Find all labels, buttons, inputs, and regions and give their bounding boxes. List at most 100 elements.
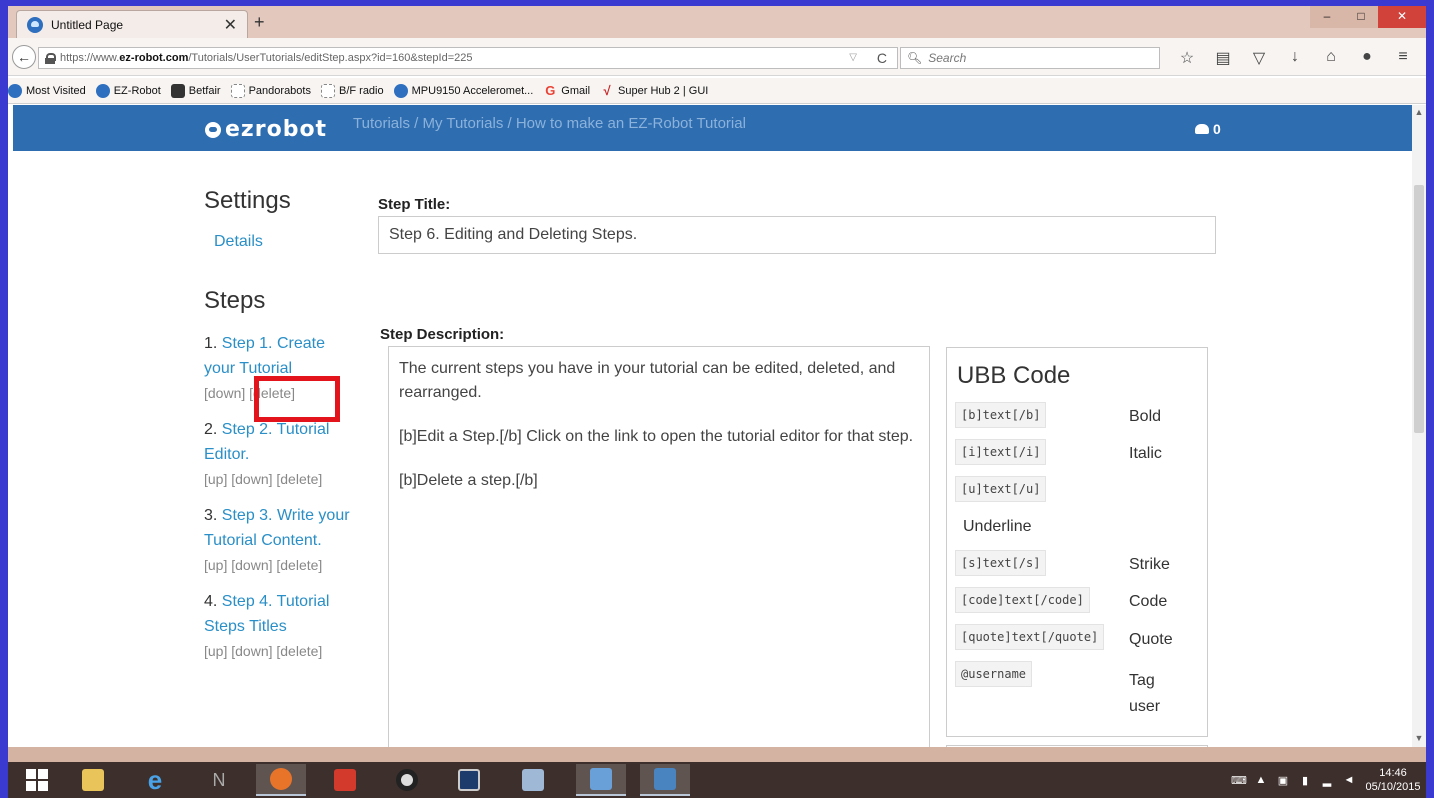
step-controls[interactable]: [up] [down] [delete]: [204, 553, 354, 577]
breadcrumb[interactable]: Tutorials / My Tutorials / How to make a…: [353, 115, 746, 132]
bookmark-gmail[interactable]: G Gmail: [543, 82, 591, 98]
clock[interactable]: 14:46 05/10/2015: [1360, 766, 1426, 794]
scroll-up-icon[interactable]: ▲: [1412, 107, 1426, 119]
taskbar-camera[interactable]: [382, 764, 432, 796]
taskbar-firefox[interactable]: [256, 764, 306, 796]
bookmark-mpu9150[interactable]: MPU9150 Acceleromet...: [393, 83, 533, 98]
toolbar-icons: ☆ ▤ ▽ ↓ ⌂ ● ≡: [1176, 48, 1414, 68]
ez-robot-icon: [95, 83, 110, 98]
url-path: /Tutorials/UserTutorials/editStep.aspx?i…: [188, 52, 473, 64]
bookmark-label: Pandorabots: [248, 84, 311, 97]
search-placeholder: Search: [928, 51, 967, 65]
robot-head-icon: [205, 121, 221, 138]
tab-untitled-page[interactable]: Untitled Page ✕: [16, 10, 248, 38]
ubb-code-desc: Italic: [1129, 445, 1162, 462]
cart-count: 0: [1213, 121, 1221, 137]
bookmark-label: B/F radio: [338, 84, 384, 97]
keyboard-icon[interactable]: ⌨: [1228, 774, 1250, 787]
system-tray: ⌨ ▲ ▣ ▮ ▂ ◄ 14:46 05/10/2015: [1228, 762, 1426, 798]
step-link[interactable]: Step 1. Create your Tutorial: [204, 335, 325, 377]
taskbar-headphones[interactable]: [320, 764, 370, 796]
cart-button[interactable]: 0: [1195, 121, 1221, 137]
search-input[interactable]: 🔍︎ Search: [900, 47, 1160, 69]
taskbar-paint[interactable]: [508, 764, 558, 796]
taskbar-internet-explorer[interactable]: e: [130, 764, 180, 796]
logo-text: ezrobot: [225, 117, 328, 142]
ezrobot-logo[interactable]: ezrobot: [205, 117, 327, 142]
headphones-icon: [334, 769, 356, 791]
step-link[interactable]: Step 2. Tutorial Editor.: [204, 421, 329, 463]
ubb-row: [u]text[/u]: [955, 476, 1047, 502]
menu-icon[interactable]: ≡: [1392, 48, 1414, 68]
scrollbar-thumb[interactable]: [1414, 185, 1424, 433]
home-icon[interactable]: ⌂: [1320, 48, 1342, 68]
step-controls[interactable]: [up] [down] [delete]: [204, 467, 354, 491]
firefox-icon: [270, 768, 292, 790]
ubb-code-desc: Strike: [1129, 556, 1170, 573]
bookmark-label: Super Hub 2 | GUI: [618, 84, 709, 97]
url-bar[interactable]: https://www. ez-robot.com/Tutorials/UserT…: [38, 47, 898, 69]
page-icon: [320, 83, 335, 98]
step-controls[interactable]: [up] [down] [delete]: [204, 639, 354, 663]
tab-strip: Untitled Page ✕ + – □ ✕: [8, 6, 1426, 38]
step-link[interactable]: Step 4. Tutorial Steps Titles: [204, 593, 329, 635]
taskbar-file-explorer[interactable]: [68, 764, 118, 796]
back-button[interactable]: ←: [12, 45, 36, 69]
taskbar-photos[interactable]: [640, 764, 690, 796]
bookmark-ez-robot[interactable]: EZ-Robot: [95, 83, 161, 98]
minimize-icon[interactable]: –: [1310, 6, 1344, 28]
reading-list-icon[interactable]: ▤: [1212, 48, 1234, 68]
navigation-bar: ← https://www. ez-robot.com/Tutorials/Use…: [8, 38, 1426, 76]
taskbar-app-nd[interactable]: N: [194, 764, 244, 796]
ubb-code-panel: UBB Code [b]text[/b] Bold [i]text[/i] It…: [946, 347, 1208, 737]
vertical-scrollbar[interactable]: ▲ ▼: [1412, 105, 1426, 747]
maximize-icon[interactable]: □: [1344, 6, 1378, 28]
google-icon: G: [545, 82, 556, 98]
network-icon[interactable]: ▂: [1316, 774, 1338, 787]
download-icon[interactable]: ↓: [1284, 48, 1306, 68]
start-button[interactable]: [12, 764, 62, 796]
step-description-textarea[interactable]: The current steps you have in your tutor…: [388, 346, 930, 756]
close-window-icon[interactable]: ✕: [1378, 6, 1426, 28]
ubb-code-sample: [b]text[/b]: [955, 402, 1047, 428]
reload-icon[interactable]: C: [877, 50, 887, 66]
bookmark-most-visited[interactable]: Most Visited: [8, 83, 86, 98]
tab-close-icon[interactable]: ✕: [224, 15, 237, 35]
url-dropdown-icon[interactable]: ▽: [849, 52, 857, 63]
volume-icon[interactable]: ◄: [1338, 774, 1360, 786]
bookmark-pandorabots[interactable]: Pandorabots: [230, 83, 311, 98]
step-number: 2.: [204, 421, 218, 438]
browser-window: Untitled Page ✕ + – □ ✕ ← https://www. ez…: [8, 6, 1426, 768]
step-link[interactable]: Step 3. Write your Tutorial Content.: [204, 507, 350, 549]
ubb-code-desc: Tag user: [1129, 672, 1161, 715]
bookmark-super-hub[interactable]: √ Super Hub 2 | GUI: [600, 83, 709, 98]
step-number: 4.: [204, 593, 218, 610]
battery-icon[interactable]: ▮: [1294, 774, 1316, 787]
scroll-down-icon[interactable]: ▼: [1412, 733, 1426, 745]
pocket-icon[interactable]: ▽: [1248, 48, 1270, 68]
new-tab-button[interactable]: +: [254, 12, 265, 33]
taskbar-image-viewer[interactable]: [576, 764, 626, 796]
ubb-row: [s]text[/s]: [955, 550, 1047, 576]
ubb-row: [quote]text[/quote]: [955, 624, 1105, 650]
show-hidden-icons-icon[interactable]: ▲: [1250, 774, 1272, 786]
ubb-row: @username: [955, 661, 1033, 687]
page-content: Settings Details Steps 1. Step 1. Create…: [8, 151, 1412, 756]
bookmark-star-icon[interactable]: ☆: [1176, 48, 1198, 68]
tab-title: Untitled Page: [51, 17, 124, 32]
action-center-icon[interactable]: ▣: [1272, 774, 1294, 787]
ubb-row: [b]text[/b]: [955, 402, 1047, 428]
betfair-icon: [170, 83, 185, 98]
details-link[interactable]: Details: [214, 233, 263, 251]
ubb-code-desc: Code: [1129, 593, 1168, 610]
bookmark-betfair[interactable]: Betfair: [170, 83, 221, 98]
chat-icon[interactable]: ●: [1356, 48, 1378, 68]
ez-robot-favicon-icon: [27, 16, 43, 33]
step-title-input[interactable]: [378, 216, 1216, 254]
bookmark-bf-radio[interactable]: B/F radio: [320, 83, 384, 98]
bookmark-label: Gmail: [561, 84, 591, 97]
step-description-label: Step Description:: [380, 326, 505, 343]
description-paragraph: [b]Delete a step.[/b]: [399, 472, 538, 489]
list-item: 3. Step 3. Write your Tutorial Content. …: [204, 503, 354, 577]
taskbar-calculator[interactable]: [444, 764, 494, 796]
